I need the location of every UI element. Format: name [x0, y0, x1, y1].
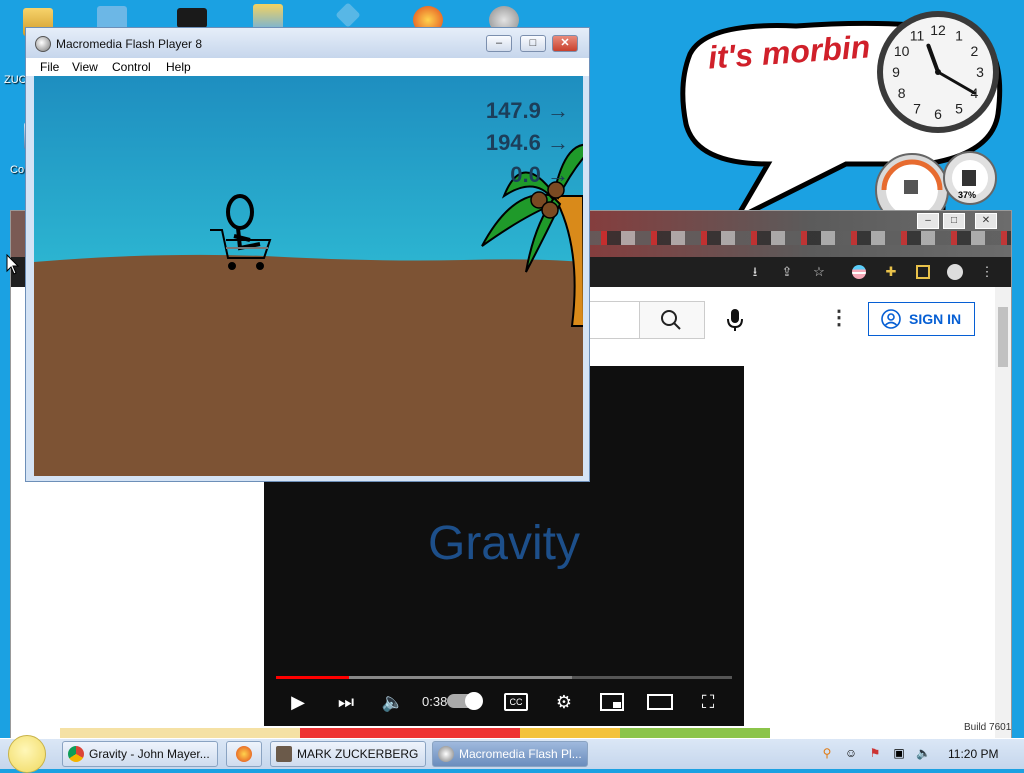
- next-button[interactable]: ⏭: [332, 690, 360, 714]
- download-icon[interactable]: ⭳: [747, 264, 763, 280]
- desktop-decoration-strip: [60, 728, 770, 738]
- action-center-icon[interactable]: ⚑: [868, 746, 882, 760]
- taskbar-button-label: Gravity - John Mayer...: [89, 747, 210, 761]
- miniplayer-button[interactable]: [598, 690, 626, 714]
- titlebar-decoration: [571, 231, 1011, 245]
- play-button[interactable]: ▶: [284, 690, 312, 714]
- theater-mode-button[interactable]: [646, 690, 674, 714]
- maximize-button[interactable]: □: [520, 35, 546, 52]
- distance-readout: 194.6 →: [485, 130, 569, 155]
- time-display: 0:38: [422, 694, 448, 709]
- scrollbar-thumb[interactable]: [998, 307, 1008, 367]
- clock-numeral: 1: [955, 28, 963, 44]
- taskbar-clock[interactable]: 11:20 PM: [948, 747, 998, 761]
- image-viewer-icon: [276, 746, 292, 762]
- network-icon[interactable]: ▣: [892, 746, 906, 760]
- menu-file[interactable]: File: [40, 60, 59, 74]
- taskbar-button-flash[interactable]: Macromedia Flash Pl...: [432, 741, 588, 767]
- menu-bar: File View Control Help: [26, 58, 589, 76]
- flash-titlebar[interactable]: Macromedia Flash Player 8 – □ ✕: [26, 28, 589, 58]
- clock-numeral: 9: [892, 64, 900, 80]
- flash-player-window: Macromedia Flash Player 8 – □ ✕ File Vie…: [25, 27, 590, 482]
- captions-button[interactable]: CC: [502, 690, 530, 714]
- flash-player-icon: [438, 746, 454, 762]
- sign-in-button[interactable]: SIGN IN: [868, 302, 975, 336]
- emoji-tray-icon[interactable]: ☺: [844, 746, 858, 760]
- extension-flag-icon[interactable]: [851, 264, 867, 280]
- close-button[interactable]: ✕: [975, 213, 997, 229]
- search-button[interactable]: [639, 301, 705, 339]
- menu-control[interactable]: Control: [112, 60, 151, 74]
- autoplay-toggle[interactable]: [447, 692, 483, 710]
- browser-menu-icon[interactable]: ⋮: [979, 264, 995, 280]
- clock-widget: 121234567891011: [877, 11, 999, 133]
- maximize-button[interactable]: □: [943, 213, 965, 229]
- clock-numeral: 5: [955, 100, 963, 116]
- profile-avatar-icon[interactable]: [947, 264, 963, 280]
- search-tray-icon[interactable]: ⚲: [820, 746, 834, 760]
- sidebar-icon[interactable]: [915, 264, 931, 280]
- clock-numeral: 10: [894, 43, 910, 59]
- desktop-icon-label: Co: [10, 164, 25, 176]
- windows-build-text: Build 7601: [964, 722, 1012, 733]
- clock-numeral: 8: [898, 85, 906, 101]
- height-readout: 0.0 →: [510, 162, 569, 187]
- taskbar-button-firefox[interactable]: [226, 741, 262, 767]
- settings-gear-icon[interactable]: ⚙: [550, 690, 578, 714]
- share-icon[interactable]: ⇪: [779, 264, 795, 280]
- start-button[interactable]: [8, 735, 46, 773]
- minimize-button[interactable]: –: [486, 35, 512, 52]
- volume-button[interactable]: 🔈: [379, 690, 407, 714]
- settings-menu-button[interactable]: ⋮: [827, 303, 851, 335]
- video-progress-bar[interactable]: [276, 676, 732, 679]
- chrome-icon: [68, 746, 84, 762]
- taskbar-button-label: Macromedia Flash Pl...: [459, 747, 582, 761]
- clock-numeral: 2: [970, 43, 978, 59]
- microphone-icon: [727, 309, 743, 331]
- clock-numeral: 6: [934, 106, 942, 122]
- taskbar: Gravity - John Mayer... MARK ZUCKERBERG …: [0, 735, 1024, 773]
- clock-numeral: 11: [910, 28, 925, 44]
- taskbar-button-label: MARK ZUCKERBERG: [297, 747, 419, 761]
- taskbar-button-image[interactable]: MARK ZUCKERBERG: [270, 741, 426, 767]
- volume-icon[interactable]: 🔈: [916, 746, 931, 760]
- clock-numeral: 7: [913, 100, 921, 116]
- menu-help[interactable]: Help: [166, 60, 191, 74]
- bookmark-star-icon[interactable]: ☆: [811, 264, 827, 280]
- clock-numeral: 12: [930, 22, 946, 38]
- fullscreen-button[interactable]: ⛶: [694, 690, 722, 714]
- extensions-puzzle-icon[interactable]: ✚: [883, 264, 899, 280]
- close-button[interactable]: ✕: [552, 35, 578, 52]
- minimize-button[interactable]: –: [917, 213, 939, 229]
- flash-stage[interactable]: 147.9 → 194.6 → 0.0 →: [34, 76, 583, 476]
- video-title-frame: Gravity: [427, 517, 580, 570]
- search-icon: [661, 310, 681, 330]
- desktop-icon-label: ZUC: [4, 74, 27, 86]
- window-title: Macromedia Flash Player 8: [56, 37, 203, 51]
- speed-readout: 147.9 →: [485, 98, 569, 123]
- account-icon: [881, 309, 901, 329]
- taskbar-button-chrome[interactable]: Gravity - John Mayer...: [62, 741, 218, 767]
- gauge-percent: 37%: [958, 190, 977, 200]
- firefox-icon: [236, 746, 252, 762]
- menu-view[interactable]: View: [72, 60, 98, 74]
- clock-numeral: 3: [976, 64, 984, 80]
- mouse-cursor: [6, 254, 20, 275]
- flash-player-icon: [35, 36, 51, 52]
- progress-fill: [276, 676, 349, 679]
- page-scrollbar[interactable]: [995, 287, 1011, 739]
- voice-search-button[interactable]: [719, 303, 751, 335]
- sign-in-label: SIGN IN: [909, 311, 962, 327]
